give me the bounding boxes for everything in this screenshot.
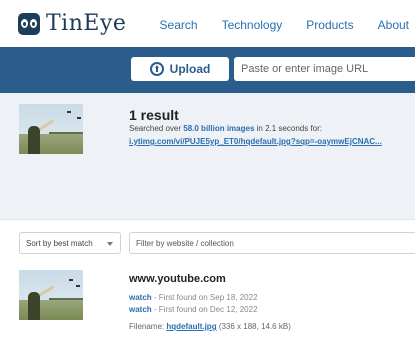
- watch-link[interactable]: watch: [129, 293, 152, 302]
- nav-technology[interactable]: Technology: [222, 18, 283, 32]
- index-size: 58.0 billion images: [183, 124, 255, 133]
- file-dimensions: (336 x 188, 14.6 kB): [218, 322, 291, 331]
- first-found-date: - First found on Dec 12, 2022: [153, 305, 258, 314]
- upload-label: Upload: [169, 62, 211, 76]
- sort-label: Sort by best match: [26, 238, 93, 248]
- image-url-input[interactable]: [234, 57, 415, 81]
- nav-search[interactable]: Search: [160, 18, 198, 32]
- nav-products[interactable]: Products: [306, 18, 353, 32]
- result-summary: [0, 93, 415, 220]
- filename-link[interactable]: hqdefault.jpg: [166, 322, 216, 331]
- sort-dropdown[interactable]: Sort by best match: [19, 232, 121, 254]
- chevron-down-icon: [107, 242, 113, 246]
- upload-icon: [149, 62, 164, 76]
- first-found-date: - First found on Sep 18, 2022: [153, 293, 258, 302]
- query-image-thumbnail: [19, 104, 83, 154]
- top-header: TinEye Search Technology Products About: [0, 0, 415, 47]
- logo-text: TinEye: [46, 11, 127, 36]
- main-nav: Search Technology Products About: [136, 18, 415, 32]
- filter-input[interactable]: [129, 232, 415, 254]
- upload-button[interactable]: Upload: [131, 57, 229, 81]
- robot-icon: [18, 12, 40, 35]
- watch-link[interactable]: watch: [129, 305, 152, 314]
- match-thumbnail[interactable]: [19, 270, 83, 320]
- filename-info: Filename: hqdefault.jpg (336 x 188, 14.6…: [129, 322, 291, 331]
- tineye-logo[interactable]: TinEye: [18, 11, 126, 36]
- match-entry: watch - First found on Sep 18, 2022: [129, 293, 258, 302]
- query-url-link[interactable]: i.ytimg.com/vi/PUJE5yp_ET0/hqdefault.jpg…: [129, 137, 382, 146]
- search-stats: Searched over 58.0 billion images in 2.1…: [129, 124, 323, 133]
- search-band: Upload: [0, 47, 415, 93]
- nav-about[interactable]: About: [378, 18, 409, 32]
- match-entry: watch - First found on Dec 12, 2022: [129, 305, 258, 314]
- result-count: 1 result: [129, 107, 179, 123]
- match-domain: www.youtube.com: [129, 273, 226, 285]
